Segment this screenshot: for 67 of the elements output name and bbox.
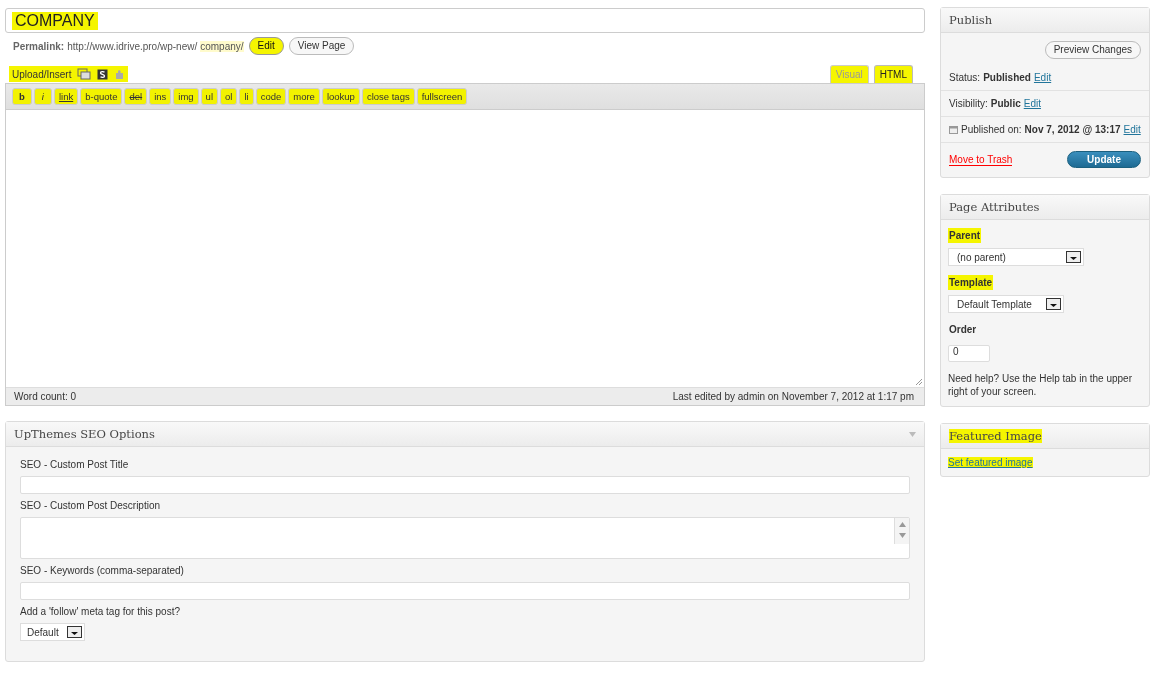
- permalink-button[interactable]: View Page: [288, 37, 355, 55]
- upload-insert-label: Upload/Insert: [12, 68, 72, 80]
- field-label: Order: [948, 323, 978, 337]
- square-icon[interactable]: [97, 68, 109, 80]
- quicktag-button[interactable]: img: [173, 88, 199, 105]
- set-featured-image-link[interactable]: Set featured image: [948, 457, 1033, 468]
- editor-tab[interactable]: HTML: [873, 65, 913, 83]
- collapse-arrow-icon[interactable]: [909, 431, 916, 437]
- quicktag-button[interactable]: close tags: [361, 88, 415, 105]
- calendar-icon: [949, 125, 958, 134]
- quicktag-button[interactable]: ins: [149, 88, 172, 105]
- publish-label: Status:: [949, 72, 981, 83]
- up-arrow-icon[interactable]: [898, 522, 906, 527]
- permalink-button[interactable]: Edit: [248, 37, 284, 55]
- quicktag-button[interactable]: ol: [220, 88, 238, 105]
- field-label: Template: [948, 275, 994, 290]
- edit-link[interactable]: Edit: [1033, 72, 1052, 83]
- permalink-label: Permalink:: [13, 40, 65, 52]
- quicktag-button[interactable]: link: [53, 88, 79, 105]
- quicktag-button[interactable]: li: [239, 88, 254, 105]
- order-field[interactable]: 0: [948, 345, 990, 362]
- title-text: COMPANY: [12, 11, 98, 30]
- field-label: Parent: [948, 228, 982, 243]
- title-field[interactable]: COMPANY: [5, 8, 925, 33]
- panel-title: Page Attributes: [949, 200, 1040, 214]
- scrollbar[interactable]: [894, 518, 909, 544]
- help-text: Need help? Use the Help tab in the upper right of your screen.: [948, 372, 1133, 398]
- permalink-url: http://www.idrive.pro/wp-new/: [67, 40, 198, 52]
- panel-title: UpThemes SEO Options: [14, 427, 155, 441]
- dropdown[interactable]: (no parent): [948, 248, 1084, 266]
- publish-label: Visibility:: [949, 98, 988, 109]
- quicktag-button[interactable]: del: [124, 88, 148, 105]
- field-label: SEO - Keywords (comma-separated): [20, 565, 185, 576]
- quicktag-button[interactable]: more: [288, 88, 320, 105]
- preview-changes-button[interactable]: Preview Changes: [1044, 41, 1141, 59]
- field-label: SEO - Custom Post Description: [20, 500, 162, 511]
- quicktag-button[interactable]: i: [33, 88, 52, 105]
- edit-link[interactable]: Edit: [1023, 98, 1041, 109]
- edit-link[interactable]: Edit: [1123, 124, 1141, 135]
- quicktag-button[interactable]: b-quote: [80, 88, 123, 105]
- publish-value: Nov 7, 2012 @ 13:17: [1024, 124, 1121, 135]
- panel-title: Publish: [949, 13, 993, 27]
- input-field[interactable]: [20, 476, 910, 494]
- input-field[interactable]: [20, 582, 910, 600]
- permalink-slug: company/: [200, 40, 244, 52]
- last-edited: Last edited by admin on November 7, 2012 at 1:17 pm: [672, 391, 914, 402]
- quicktag-button[interactable]: lookup: [321, 88, 360, 105]
- puzzle-icon[interactable]: [114, 68, 126, 80]
- dropdown[interactable]: Default Template: [948, 295, 1064, 313]
- quicktag-button[interactable]: fullscreen: [416, 88, 468, 105]
- word-count: Word count: 0: [14, 391, 77, 402]
- field-label: Add a 'follow' meta tag for this post?: [20, 606, 181, 617]
- field-label: SEO - Custom Post Title: [20, 459, 130, 470]
- resize-grip-icon[interactable]: [915, 378, 922, 385]
- down-arrow-icon[interactable]: [898, 533, 906, 538]
- publish-value: Public: [990, 98, 1021, 109]
- textarea-field[interactable]: [20, 517, 910, 559]
- dropdown[interactable]: Default: [20, 623, 85, 641]
- quicktag-button[interactable]: code: [255, 88, 287, 105]
- image-icon[interactable]: [77, 68, 92, 80]
- publish-value: Published: [983, 72, 1031, 83]
- move-to-trash-link[interactable]: Move to Trash: [949, 153, 1013, 166]
- quicktag-button[interactable]: ul: [200, 88, 218, 105]
- publish-label: Published on:: [961, 124, 1022, 135]
- panel-title: Featured Image: [949, 429, 1042, 443]
- update-button[interactable]: Update: [1067, 151, 1141, 168]
- quicktag-button[interactable]: b: [12, 88, 32, 105]
